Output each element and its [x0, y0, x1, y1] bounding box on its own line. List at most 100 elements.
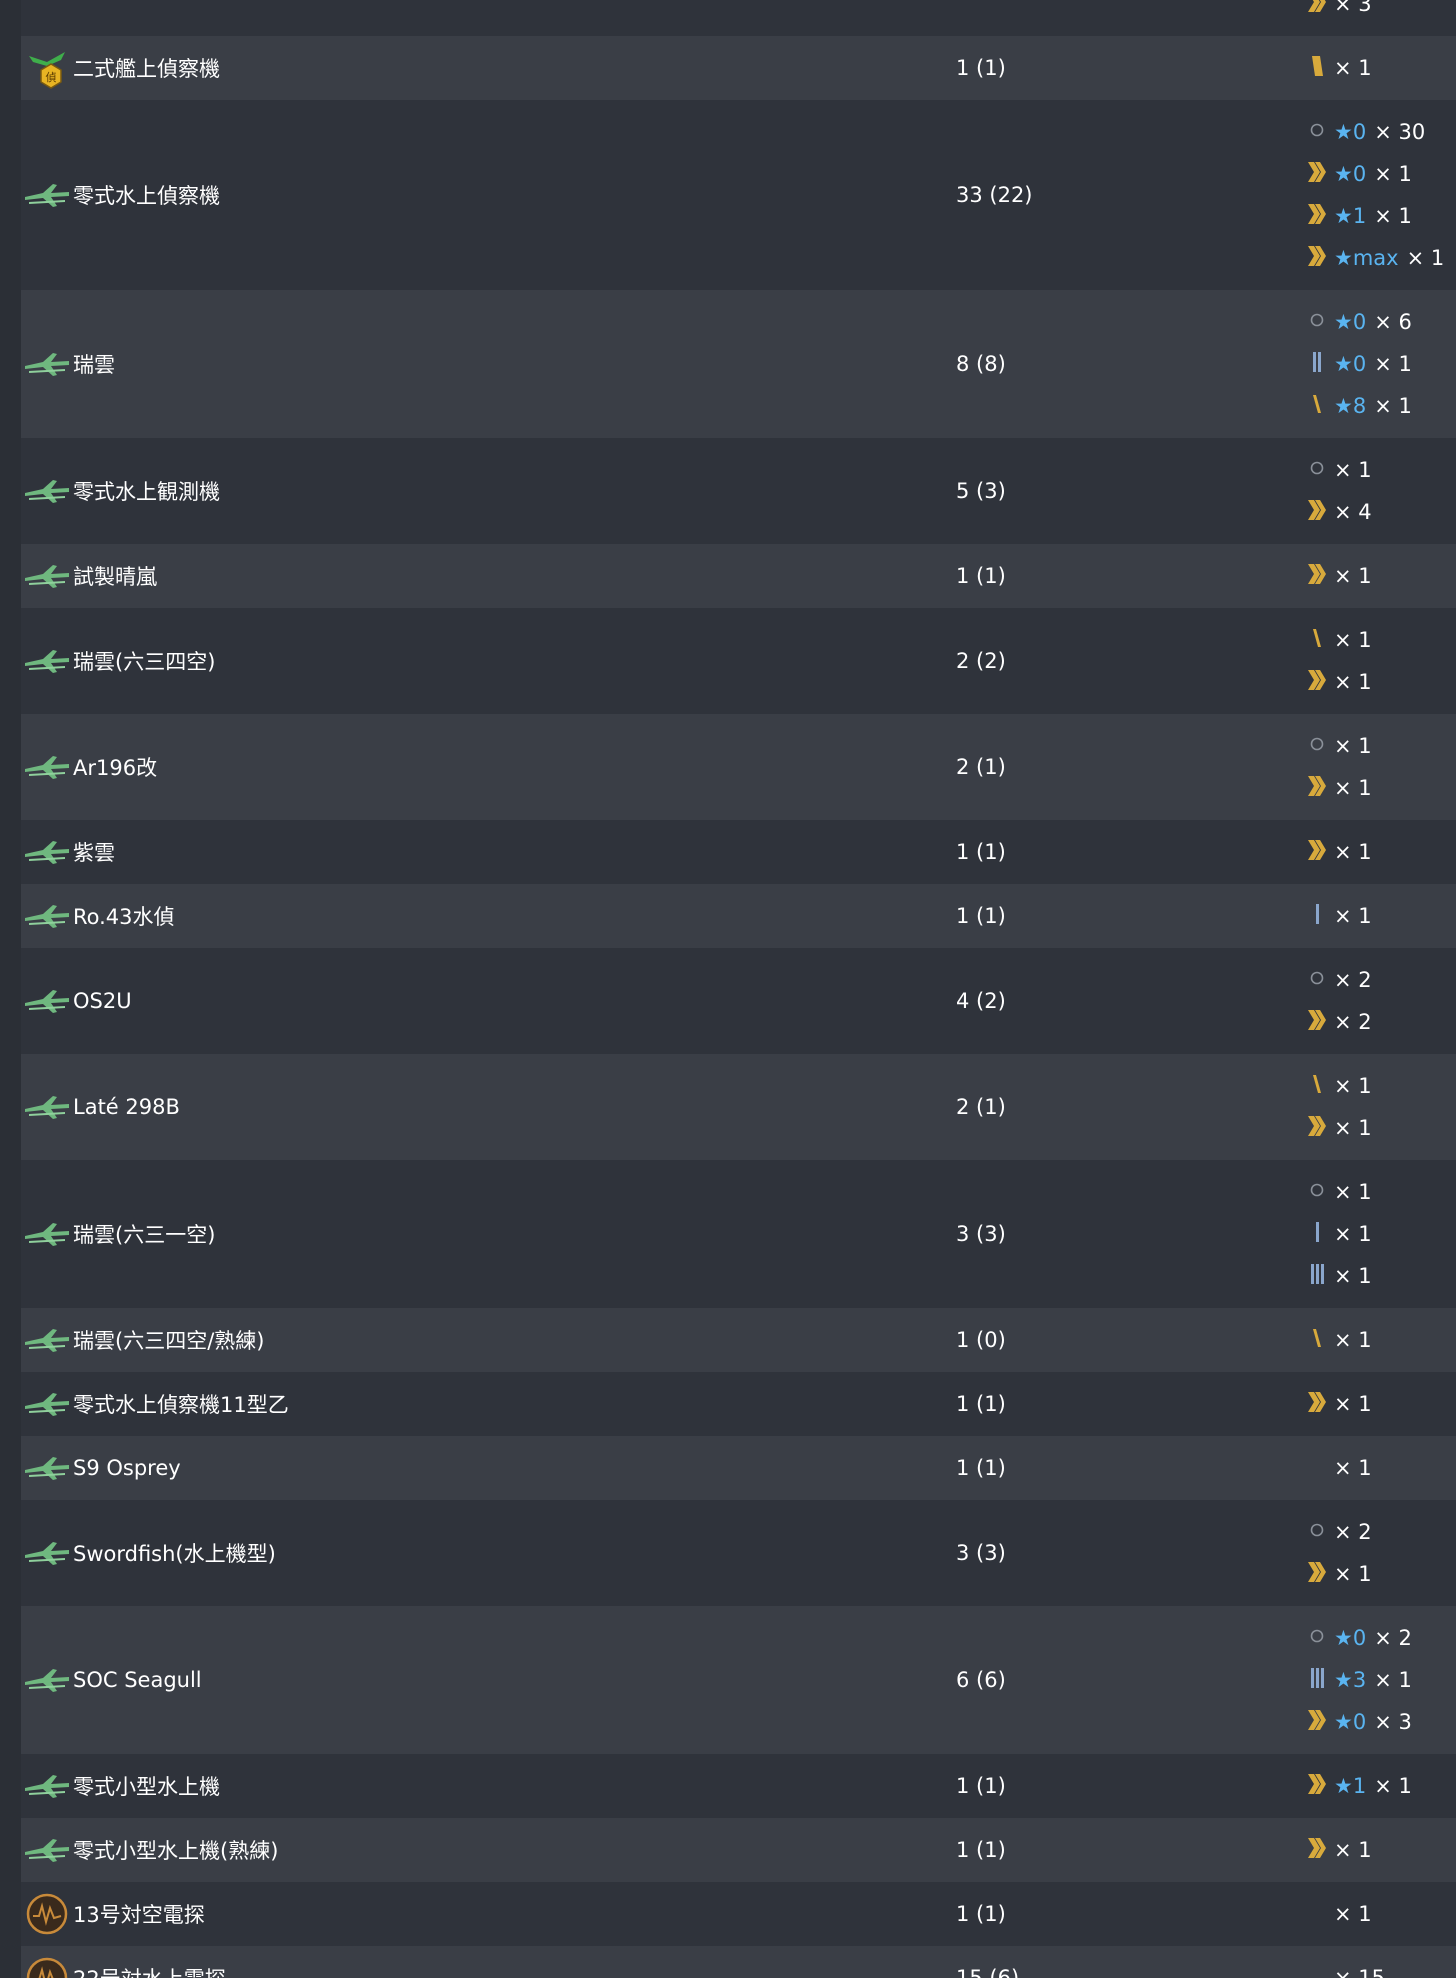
equipment-count: 1 (1)	[956, 904, 1006, 928]
chevron-proficiency-icon	[1306, 1707, 1334, 1738]
table-row[interactable]: Ar196改 2 (1) × 1 × 1	[21, 714, 1456, 820]
chevron-proficiency-icon	[1306, 201, 1334, 232]
table-row[interactable]: OS2U 4 (2) × 2 × 2	[21, 948, 1456, 1054]
proficiency-entry: ★3 × 1	[1306, 1659, 1412, 1701]
proficiency-entry: × 1	[1306, 1319, 1372, 1361]
chevron-proficiency-icon	[1306, 0, 1334, 20]
equipment-name: Ar196改	[73, 756, 158, 780]
circle-proficiency-icon	[1306, 965, 1334, 996]
proficiency-multiplier: × 1	[1334, 1456, 1372, 1480]
blue-bar-3-proficiency-icon	[1306, 1261, 1334, 1292]
chevron-proficiency-icon	[1306, 497, 1334, 528]
table-row[interactable]: 零式小型水上機(熟練) 1 (1) × 1	[21, 1818, 1456, 1882]
proficiency-entry: × 2	[1306, 1511, 1372, 1553]
proficiency-entry: × 15	[1306, 1957, 1385, 1978]
chevron-proficiency-icon	[1306, 1389, 1334, 1420]
table-row[interactable]: S9 Osprey 1 (1) × 1	[21, 1436, 1456, 1500]
blue-bar-1-proficiency-icon	[1306, 901, 1334, 932]
proficiency-list: × 1 × 4	[1306, 449, 1372, 533]
seaplane-icon	[21, 465, 73, 517]
table-row[interactable]: 瑞雲(六三四空/熟練) 1 (0) × 1	[21, 1308, 1456, 1372]
proficiency-multiplier: × 2	[1334, 968, 1372, 992]
table-row[interactable]: 零式水上観測機 5 (3) × 1 × 4	[21, 438, 1456, 544]
equipment-count: 3 (3)	[956, 1541, 1006, 1565]
table-row[interactable]: × 3	[21, 0, 1456, 36]
equipment-list-page: × 3 偵二式艦上偵察機 1 (1) × 1 零式水上偵察機 33 (22) ★0 × 30 ★…	[0, 0, 1456, 1978]
proficiency-multiplier: × 1	[1334, 904, 1372, 928]
proficiency-multiplier: × 1	[1334, 670, 1372, 694]
proficiency-multiplier: × 2	[1374, 1626, 1412, 1650]
equipment-count: 1 (0)	[956, 1328, 1006, 1352]
proficiency-entry: × 1	[1306, 1213, 1372, 1255]
proficiency-list: ★1 × 1	[1306, 1765, 1412, 1807]
proficiency-list: × 2 × 1	[1306, 1511, 1372, 1595]
table-row[interactable]: 零式水上偵察機11型乙 1 (1) × 1	[21, 1372, 1456, 1436]
seaplane-icon	[21, 1081, 73, 1133]
proficiency-multiplier: × 1	[1334, 840, 1372, 864]
equipment-count: 33 (22)	[956, 183, 1033, 207]
proficiency-list: × 1 × 1 × 1	[1306, 1171, 1372, 1297]
table-row[interactable]: 瑞雲 8 (8) ★0 × 6 ★0 × 1 ★8 × 1	[21, 290, 1456, 438]
table-row[interactable]: Ro.43水偵 1 (1) × 1	[21, 884, 1456, 948]
proficiency-multiplier: × 1	[1334, 1562, 1372, 1586]
table-row[interactable]: 偵 二式艦上偵察機 1 (1) × 1	[21, 36, 1456, 100]
table-row[interactable]: 紫雲 1 (1) × 1	[21, 820, 1456, 884]
seaplane-icon	[21, 890, 73, 942]
proficiency-list: ★0 × 2 ★3 × 1 ★0 × 3	[1306, 1617, 1412, 1743]
equipment-name: 瑞雲	[73, 353, 115, 377]
seaplane-icon	[21, 1824, 73, 1876]
proficiency-entry: × 1	[1306, 725, 1372, 767]
improvement-star-level: ★3	[1334, 1668, 1367, 1692]
proficiency-entry: × 1	[1306, 1171, 1372, 1213]
proficiency-entry: × 1	[1306, 831, 1372, 873]
proficiency-entry: × 1	[1306, 1065, 1372, 1107]
table-row[interactable]: 零式小型水上機 1 (1) ★1 × 1	[21, 1754, 1456, 1818]
table-row[interactable]: 零式水上偵察機 33 (22) ★0 × 30 ★0 × 1 ★1 × 1 ★max × 1	[21, 100, 1456, 290]
equipment-table: × 3 偵二式艦上偵察機 1 (1) × 1 零式水上偵察機 33 (22) ★0 × 30 ★…	[21, 0, 1456, 1978]
table-row[interactable]: 瑞雲(六三四空) 2 (2) × 1 × 1	[21, 608, 1456, 714]
improvement-star-level: ★0	[1334, 162, 1367, 186]
table-row[interactable]: 22号対水上電探15 (6) × 15	[21, 1946, 1456, 1978]
table-row[interactable]: SOC Seagull 6 (6) ★0 × 2 ★3 × 1 ★0 × 3	[21, 1606, 1456, 1754]
proficiency-multiplier: × 15	[1334, 1966, 1385, 1978]
equipment-name: 試製晴嵐	[73, 565, 157, 589]
chevron-proficiency-icon	[1306, 1835, 1334, 1866]
proficiency-list: × 1 × 1	[1306, 725, 1372, 809]
proficiency-multiplier: × 1	[1334, 1838, 1372, 1862]
proficiency-entry: ★0 × 6	[1306, 301, 1412, 343]
proficiency-list: × 1 × 1	[1306, 619, 1372, 703]
proficiency-list: × 1	[1306, 1383, 1372, 1425]
chevron-proficiency-icon	[1306, 159, 1334, 190]
improvement-star-level: ★0	[1334, 1710, 1367, 1734]
equipment-name: 零式小型水上機	[73, 1775, 220, 1799]
proficiency-multiplier: × 1	[1334, 734, 1372, 758]
circle-proficiency-icon	[1306, 455, 1334, 486]
equipment-count: 2 (2)	[956, 649, 1006, 673]
proficiency-entry: × 1	[1306, 1829, 1372, 1871]
equipment-name: 13号対空電探	[73, 1903, 205, 1927]
improvement-star-level: ★0	[1334, 120, 1367, 144]
proficiency-list: × 1	[1306, 47, 1372, 89]
table-row[interactable]: Laté 298B 2 (1) × 1 × 1	[21, 1054, 1456, 1160]
proficiency-entry: ★8 × 1	[1306, 385, 1412, 427]
circle-proficiency-icon	[1306, 731, 1334, 762]
svg-text:偵: 偵	[46, 70, 57, 84]
table-row[interactable]: Swordfish(水上機型) 3 (3) × 2 × 1	[21, 1500, 1456, 1606]
table-row[interactable]: 試製晴嵐 1 (1) × 1	[21, 544, 1456, 608]
proficiency-entry: × 1	[1306, 767, 1372, 809]
chevron-proficiency-icon	[1306, 561, 1334, 592]
table-row[interactable]: 13号対空電探 1 (1) × 1	[21, 1882, 1456, 1946]
seaplane-icon	[21, 635, 73, 687]
improvement-star-level: ★8	[1334, 394, 1367, 418]
seaplane-icon	[21, 1378, 73, 1430]
proficiency-multiplier: × 1	[1374, 204, 1412, 228]
table-row[interactable]: 瑞雲(六三一空) 3 (3) × 1 × 1 × 1	[21, 1160, 1456, 1308]
gold-slash-proficiency-icon	[1306, 1071, 1334, 1102]
equipment-count: 1 (1)	[956, 1838, 1006, 1862]
proficiency-entry: ★0 × 30	[1306, 111, 1444, 153]
proficiency-list: × 3	[1306, 0, 1372, 25]
seaplane-icon	[21, 741, 73, 793]
proficiency-entry: × 2	[1306, 959, 1372, 1001]
proficiency-multiplier: × 1	[1334, 1902, 1372, 1926]
chevron-proficiency-icon	[1306, 243, 1334, 274]
